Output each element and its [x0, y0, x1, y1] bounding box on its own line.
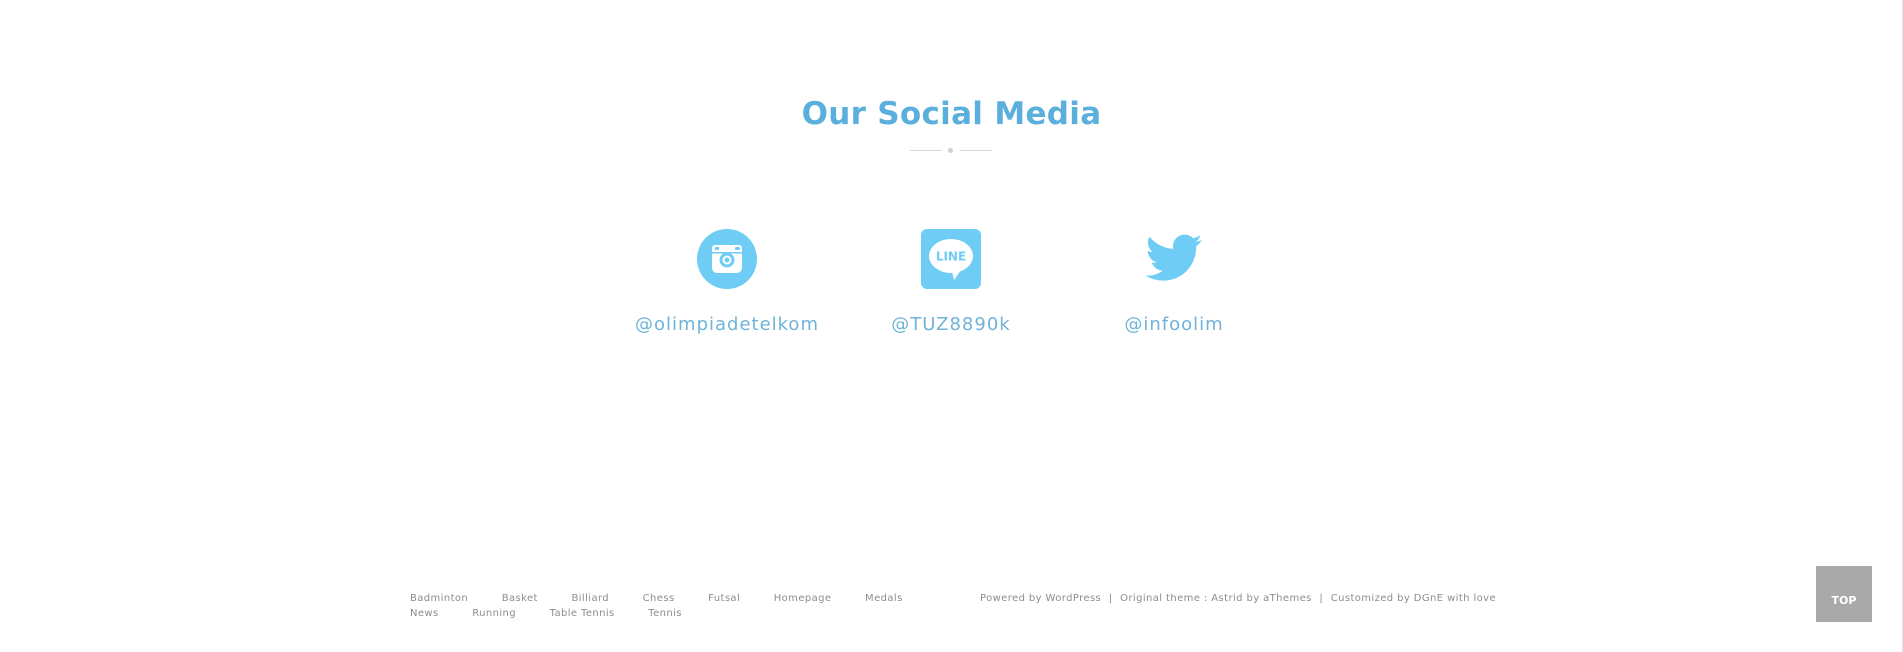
section-title: Our Social Media — [801, 96, 1102, 132]
page: Our Social Media @olimpiadetelkom LINE @… — [0, 0, 1903, 652]
footer-link-basket[interactable]: Basket — [502, 593, 538, 604]
footer-link-badminton[interactable]: Badminton — [410, 593, 468, 604]
social-instagram-link[interactable]: @olimpiadetelkom — [617, 228, 837, 335]
customized-credit: Customized by DGnE with love — [1330, 593, 1497, 604]
footer-menu-row: Badminton Basket Billiard Chess Futsal H… — [410, 593, 930, 608]
credit-separator: | — [1319, 593, 1324, 604]
line-icon[interactable]: LINE — [921, 228, 981, 290]
line-icon-text: LINE — [936, 250, 966, 264]
twitter-icon[interactable] — [1144, 228, 1204, 290]
credit-separator: | — [1108, 593, 1113, 604]
footer-menu-row: News Running Table Tennis Tennis — [410, 608, 930, 623]
footer-credit: Powered by WordPress | Original theme : … — [980, 593, 1496, 604]
instagram-handle[interactable]: @olimpiadetelkom — [617, 314, 837, 335]
footer-menu: Badminton Basket Billiard Chess Futsal H… — [410, 593, 930, 623]
footer-link-running[interactable]: Running — [472, 608, 516, 619]
footer-link-futsal[interactable]: Futsal — [708, 593, 740, 604]
footer-link-homepage[interactable]: Homepage — [774, 593, 832, 604]
back-to-top-label: TOP — [1831, 594, 1857, 607]
footer-link-news[interactable]: News — [410, 608, 439, 619]
footer-link-chess[interactable]: Chess — [643, 593, 675, 604]
divider-dot — [948, 148, 953, 153]
twitter-handle[interactable]: @infoolim — [1064, 314, 1284, 335]
divider-line-right — [960, 150, 992, 151]
theme-credit-link[interactable]: Original theme : Astrid by aThemes — [1120, 593, 1312, 604]
title-divider — [910, 146, 992, 156]
social-twitter-link[interactable]: @infoolim — [1064, 228, 1284, 335]
footer-link-medals[interactable]: Medals — [865, 593, 903, 604]
footer-link-table-tennis[interactable]: Table Tennis — [550, 608, 615, 619]
divider-line-left — [910, 150, 942, 151]
footer-link-billiard[interactable]: Billiard — [571, 593, 609, 604]
social-line-link[interactable]: LINE @TUZ8890k — [841, 228, 1061, 335]
powered-by-link[interactable]: Powered by WordPress — [980, 593, 1101, 604]
line-handle[interactable]: @TUZ8890k — [841, 314, 1061, 335]
instagram-icon[interactable] — [697, 228, 757, 290]
footer-link-tennis[interactable]: Tennis — [648, 608, 682, 619]
back-to-top-button[interactable]: TOP — [1816, 566, 1872, 622]
